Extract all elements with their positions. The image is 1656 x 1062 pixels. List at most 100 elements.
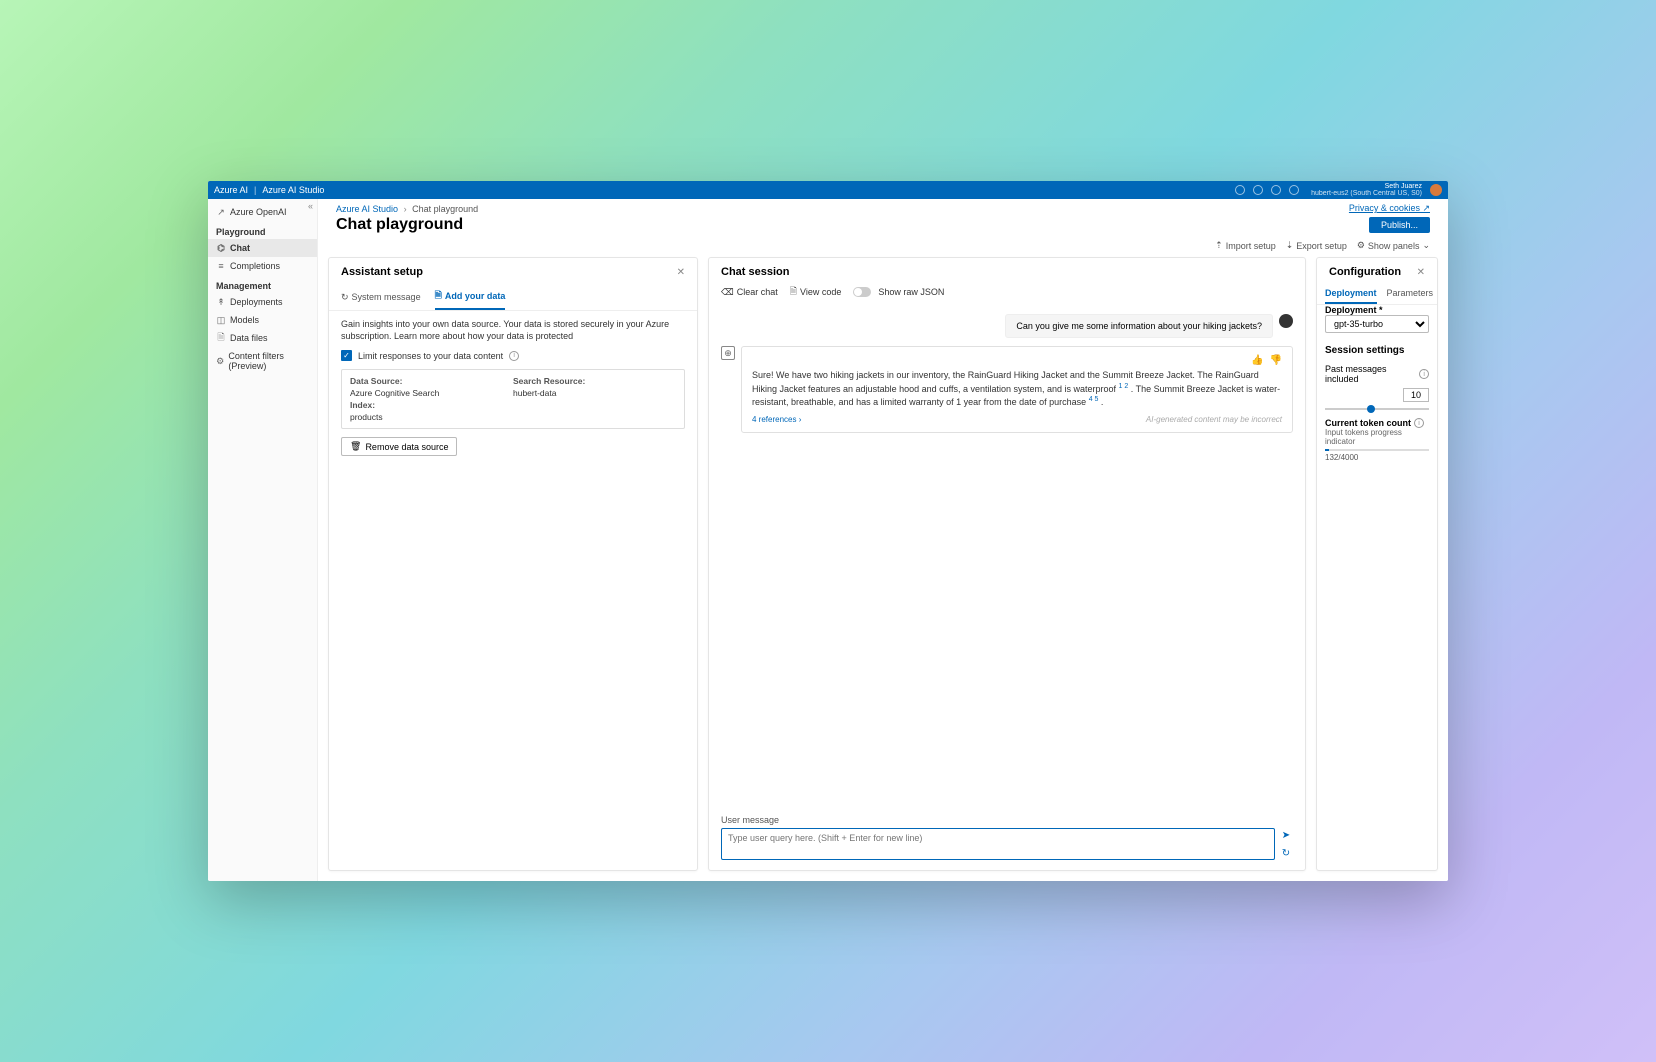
- data-icon: 🗎: [435, 288, 442, 304]
- sidebar-item-content-filters[interactable]: ⚙ Content filters (Preview): [208, 347, 317, 375]
- assistant-setup-panel: Assistant setup ✕ ↻ System message 🗎 Add…: [328, 257, 698, 871]
- feedback-icon[interactable]: [1289, 185, 1299, 195]
- bell-icon[interactable]: [1235, 185, 1245, 195]
- sidebar-item-completions[interactable]: ≡ Completions: [208, 257, 317, 275]
- sidebar-item-models[interactable]: ◫ Models: [208, 311, 317, 329]
- references-link[interactable]: 4 references ›: [752, 415, 801, 424]
- bot-message-wrap: 👍 👎 Sure! We have two hiking jackets in …: [741, 346, 1293, 433]
- main: Azure AI Studio › Chat playground Privac…: [318, 199, 1448, 881]
- sidebar-item-deployments[interactable]: ↟ Deployments: [208, 293, 317, 311]
- past-messages-label: Past messages included: [1325, 364, 1419, 384]
- search-resource-label: Search Resource:: [513, 376, 676, 386]
- sidebar-item-label: Deployments: [230, 297, 283, 307]
- info-icon[interactable]: i: [509, 351, 519, 361]
- panel-title: Chat session: [721, 266, 789, 278]
- bot-message: Sure! We have two hiking jackets in our …: [752, 369, 1282, 409]
- tab-add-your-data[interactable]: 🗎 Add your data: [435, 284, 506, 310]
- import-setup-button[interactable]: ⇡ Import setup: [1215, 240, 1276, 251]
- gear-icon[interactable]: [1253, 185, 1263, 195]
- broom-icon: ⌫: [721, 287, 734, 298]
- trash-icon: 🗑: [350, 441, 361, 452]
- avatar[interactable]: [1430, 184, 1442, 196]
- topbar: Azure AI | Azure AI Studio Seth Juarez h…: [208, 181, 1448, 199]
- token-progress-bar: [1325, 449, 1429, 451]
- sidebar-item-label: Content filters (Preview): [228, 351, 309, 371]
- token-count-title: Current token count: [1325, 418, 1411, 428]
- thumbs-down-icon[interactable]: 👎: [1270, 355, 1282, 366]
- page-title: Chat playground: [336, 216, 463, 234]
- user-sub: hubert-eus2 (South Central US, S0): [1311, 190, 1422, 197]
- data-source-box: Data Source: Search Resource: Azure Cogn…: [341, 369, 685, 429]
- tab-deployment[interactable]: Deployment: [1325, 284, 1377, 304]
- past-messages-slider[interactable]: [1325, 408, 1429, 410]
- sidebar-section-management: Management: [208, 275, 317, 293]
- chat-session-panel: Chat session ⌫ Clear chat 🗎 View code: [708, 257, 1306, 871]
- app-window: Azure AI | Azure AI Studio Seth Juarez h…: [208, 181, 1448, 881]
- sidebar: « ↗ Azure OpenAI Playground ⌬ Chat ≡ Com…: [208, 199, 318, 881]
- help-icon[interactable]: [1271, 185, 1281, 195]
- send-button[interactable]: ➤: [1279, 828, 1293, 842]
- sidebar-item-label: Data files: [230, 333, 268, 343]
- import-icon: ⇡: [1215, 240, 1223, 251]
- toggle-icon: [853, 287, 871, 297]
- session-settings-title: Session settings: [1325, 345, 1429, 356]
- avatar: [1279, 314, 1293, 328]
- tab-system-message[interactable]: ↻ System message: [341, 284, 421, 310]
- sidebar-item-label: Models: [230, 315, 259, 325]
- ai-disclaimer: AI-generated content may be incorrect: [1146, 415, 1282, 424]
- panels-icon: ⚙: [1357, 240, 1365, 251]
- deployments-icon: ↟: [216, 297, 226, 307]
- panel-title: Configuration: [1329, 266, 1401, 278]
- info-icon[interactable]: i: [1419, 369, 1429, 379]
- clear-chat-button[interactable]: ⌫ Clear chat: [721, 287, 778, 298]
- chevron-right-icon: ›: [404, 204, 407, 214]
- view-code-button[interactable]: 🗎 View code: [790, 284, 842, 300]
- limit-checkbox[interactable]: ✓: [341, 350, 352, 361]
- sidebar-item-data-files[interactable]: 🗎 Data files: [208, 329, 317, 347]
- sidebar-item-chat[interactable]: ⌬ Chat: [208, 239, 317, 257]
- close-icon[interactable]: ✕: [677, 267, 685, 278]
- search-resource-value: hubert-data: [513, 388, 676, 398]
- tab-parameters[interactable]: Parameters: [1387, 284, 1434, 304]
- user-name: Seth Juarez: [1385, 183, 1422, 190]
- insight-text: Gain insights into your own data source.…: [341, 319, 685, 342]
- panel-title: Assistant setup: [341, 266, 423, 278]
- brand-a[interactable]: Azure AI: [214, 185, 248, 195]
- message-input[interactable]: [721, 828, 1275, 860]
- info-icon[interactable]: i: [1414, 418, 1424, 428]
- limit-label: Limit responses to your data content: [358, 351, 503, 361]
- sidebar-item-label: Azure OpenAI: [230, 207, 287, 217]
- collapse-icon[interactable]: «: [308, 201, 313, 211]
- chat-body: Can you give me some information about y…: [709, 306, 1305, 809]
- show-raw-json-toggle[interactable]: Show raw JSON: [853, 287, 944, 297]
- thumbs-up-icon[interactable]: 👍: [1251, 355, 1263, 366]
- brand-b[interactable]: Azure AI Studio: [262, 185, 324, 195]
- deployment-select[interactable]: gpt-35-turbo: [1325, 315, 1429, 333]
- show-panels-button[interactable]: ⚙ Show panels ⌄: [1357, 240, 1430, 251]
- remove-data-source-button[interactable]: 🗑 Remove data source: [341, 437, 457, 456]
- configuration-panel: Configuration ✕ Deployment Parameters De…: [1316, 257, 1438, 871]
- file-icon: 🗎: [216, 333, 226, 343]
- crumb-a[interactable]: Azure AI Studio: [336, 204, 398, 214]
- data-source-label: Data Source:: [350, 376, 513, 386]
- privacy-link[interactable]: Privacy & cookies ↗: [1349, 203, 1430, 214]
- completions-icon: ≡: [216, 261, 226, 271]
- export-setup-button[interactable]: ⇣ Export setup: [1286, 240, 1347, 251]
- close-icon[interactable]: ✕: [1417, 267, 1425, 278]
- publish-button[interactable]: Publish...: [1369, 217, 1430, 233]
- user-message: Can you give me some information about y…: [1005, 314, 1273, 338]
- separator: |: [254, 185, 256, 195]
- regenerate-button[interactable]: ↻: [1279, 846, 1293, 860]
- sidebar-item-label: Chat: [230, 243, 250, 253]
- export-icon: ⇣: [1286, 240, 1294, 251]
- code-icon: 🗎: [790, 284, 797, 300]
- sidebar-section-playground: Playground: [208, 221, 317, 239]
- user-message-label: User message: [721, 815, 1293, 825]
- chevron-down-icon: ⌄: [1422, 240, 1430, 251]
- sidebar-item-azure-openai[interactable]: ↗ Azure OpenAI: [208, 203, 317, 221]
- crumb-b: Chat playground: [412, 204, 478, 214]
- sidebar-item-label: Completions: [230, 261, 280, 271]
- past-messages-input[interactable]: [1403, 388, 1429, 402]
- progress-label: Input tokens progress indicator: [1325, 428, 1429, 446]
- bot-icon: ⊕: [721, 346, 735, 360]
